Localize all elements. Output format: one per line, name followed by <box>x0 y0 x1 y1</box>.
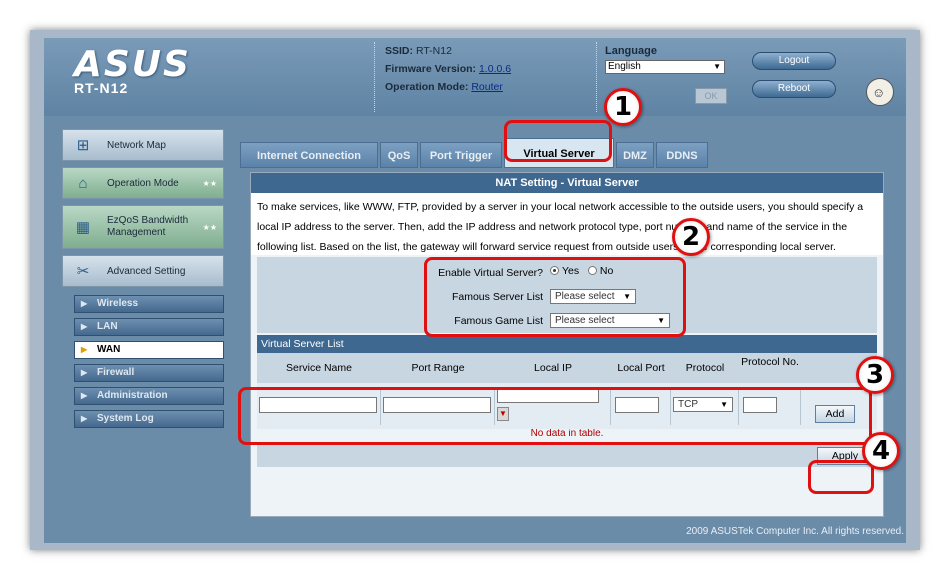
sidebar-item-ezqos[interactable]: ▦ EzQoS Bandwidth Management ★★ <box>62 205 224 249</box>
col-port-range: Port Range <box>411 362 465 374</box>
sidebar-item-network-map[interactable]: ⊞ Network Map <box>62 129 224 161</box>
tab-internet-connection[interactable]: Internet Connection <box>240 142 378 168</box>
col-service-name: Service Name <box>286 362 352 374</box>
play-triangle-icon: ▶ <box>81 414 88 423</box>
logout-button[interactable]: Logout <box>752 52 836 70</box>
stars-icon: ★★ <box>202 179 217 188</box>
sub-label: System Log <box>97 413 154 424</box>
sidebar-item-label: Advanced Setting <box>107 265 186 277</box>
mode-label: Operation Mode: <box>385 81 469 93</box>
language-ok-button[interactable]: OK <box>695 88 727 104</box>
step-badge-2: 2 <box>672 218 710 256</box>
ssid-label: SSID: <box>385 45 414 57</box>
play-triangle-icon: ▶ <box>81 322 88 331</box>
tab-dmz[interactable]: DMZ <box>616 142 654 168</box>
mode-row: Operation Mode: Router <box>385 78 594 96</box>
virtual-server-list-title: Virtual Server List <box>257 335 877 353</box>
play-triangle-icon: ▶ <box>81 299 88 308</box>
highlight-table-row <box>238 387 872 445</box>
play-triangle-icon: ▶ <box>81 345 88 354</box>
table-header: Service Name Port Range Local IP Local P… <box>257 353 877 383</box>
col-local-ip: Local IP <box>534 362 572 374</box>
mode-link[interactable]: Router <box>471 81 503 93</box>
reboot-button[interactable]: Reboot <box>752 80 836 98</box>
tab-port-trigger[interactable]: Port Trigger <box>420 142 502 168</box>
firmware-label: Firmware Version: <box>385 63 477 75</box>
col-protocol: Protocol <box>685 362 725 374</box>
virtual-server-panel: NAT Setting - Virtual Server To make ser… <box>250 172 884 517</box>
language-label: Language <box>605 45 657 57</box>
sidebar-sub-wan[interactable]: ▶ WAN <box>74 341 224 359</box>
sub-label: Wireless <box>97 298 139 309</box>
router-info: SSID: RT-N12 Firmware Version: 1.0.0.6 O… <box>374 42 594 112</box>
panel-title: NAT Setting - Virtual Server <box>251 173 883 193</box>
language-value: English <box>608 61 641 72</box>
sidebar-item-label: Network Map <box>107 139 166 151</box>
sub-label: Firewall <box>97 367 135 378</box>
logo-text: ASUS <box>74 44 191 85</box>
col-local-port: Local Port <box>617 362 665 374</box>
language-select[interactable]: English ▼ <box>605 60 725 74</box>
tab-ddns[interactable]: DDNS <box>656 142 708 168</box>
chevron-down-icon: ▼ <box>713 62 721 71</box>
step-badge-3: 3 <box>856 356 894 394</box>
col-protocol-no: Protocol No. <box>741 356 799 368</box>
sidebar-sub-system-log[interactable]: ▶ System Log <box>74 410 224 428</box>
copyright: 2009 ASUSTek Computer Inc. All rights re… <box>686 526 904 537</box>
tools-icon: ✂ <box>76 263 90 280</box>
play-triangle-icon: ▶ <box>81 368 88 377</box>
sidebar-sub-lan[interactable]: ▶ LAN <box>74 318 224 336</box>
sidebar-sub-administration[interactable]: ▶ Administration <box>74 387 224 405</box>
firmware-row: Firmware Version: 1.0.0.6 <box>385 60 594 78</box>
firmware-link[interactable]: 1.0.0.6 <box>479 63 511 75</box>
sidebar: ⊞ Network Map ⌂ Operation Mode ★★ ▦ EzQo… <box>56 123 234 533</box>
play-triangle-icon: ▶ <box>81 391 88 400</box>
highlight-virtual-server-tab <box>504 120 612 162</box>
sub-label: Administration <box>97 390 168 401</box>
sidebar-item-operation-mode[interactable]: ⌂ Operation Mode ★★ <box>62 167 224 199</box>
sidebar-sub-firewall[interactable]: ▶ Firewall <box>74 364 224 382</box>
sidebar-item-label: Operation Mode <box>107 177 179 189</box>
sidebar-sub-wireless[interactable]: ▶ Wireless <box>74 295 224 313</box>
network-map-icon: ⊞ <box>76 137 90 154</box>
wifi-router-icon: ⌂ <box>78 175 88 192</box>
ssid-row: SSID: RT-N12 <box>385 42 594 60</box>
highlight-settings <box>424 257 686 337</box>
model-name: RT-N12 <box>74 80 129 96</box>
highlight-apply-button <box>808 460 874 494</box>
tab-qos[interactable]: QoS <box>380 142 418 168</box>
mascot-icon: ☺ <box>866 78 894 106</box>
stars-icon: ★★ <box>202 223 217 232</box>
header-bar: ASUS RT-N12 SSID: RT-N12 Firmware Versio… <box>44 38 906 116</box>
step-badge-4: 4 <box>862 432 900 470</box>
sub-label: WAN <box>97 344 121 355</box>
sub-label: LAN <box>97 321 118 332</box>
ssid-value: RT-N12 <box>415 45 452 57</box>
step-badge-1: 1 <box>604 88 642 126</box>
apply-bar: Apply <box>257 445 877 467</box>
panel-description: To make services, like WWW, FTP, provide… <box>251 193 883 255</box>
qos-icon: ▦ <box>75 219 91 236</box>
sidebar-item-advanced-setting[interactable]: ✂ Advanced Setting <box>62 255 224 287</box>
